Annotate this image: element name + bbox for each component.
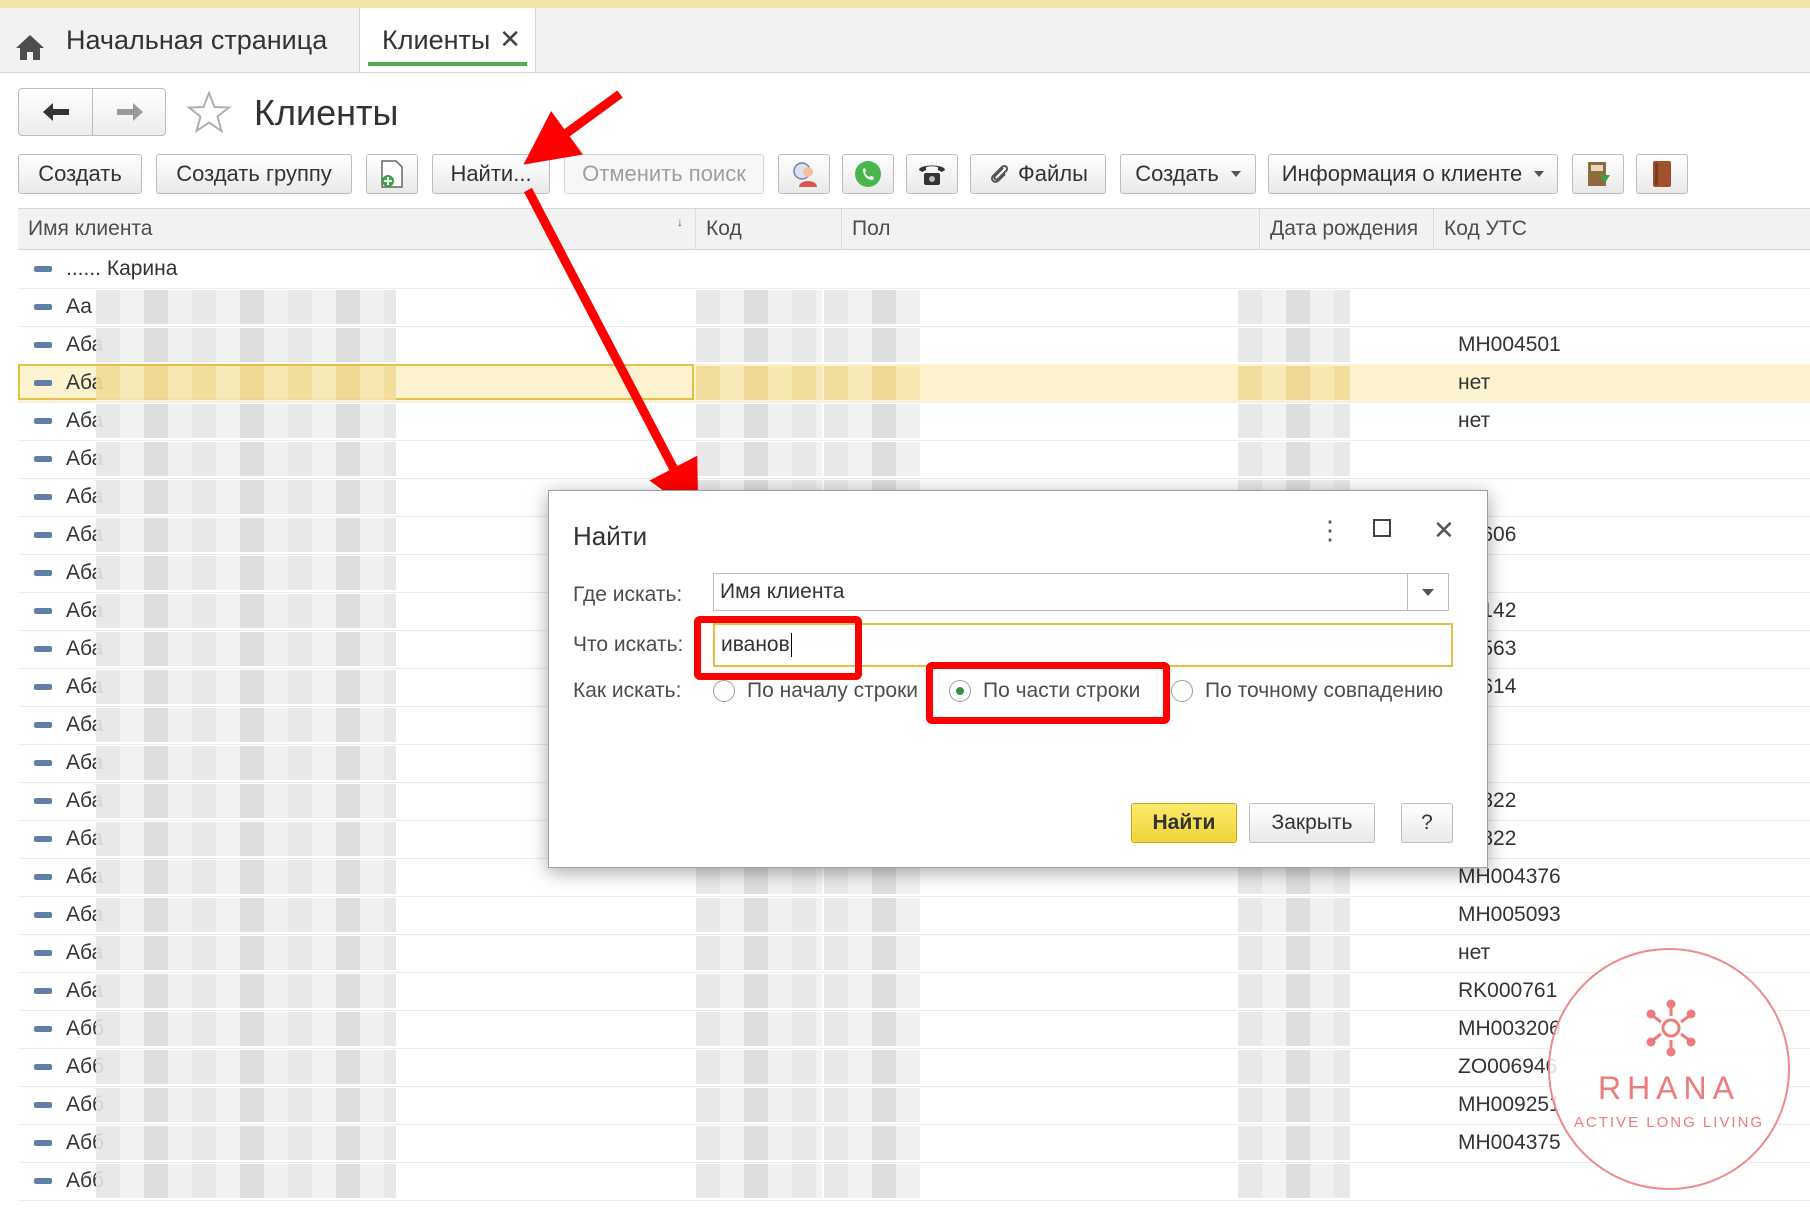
how-label: Как искать: [573,679,682,702]
radio-label: По точному совпадению [1205,679,1444,702]
more-options-icon[interactable]: ⋮ [1317,515,1343,546]
dialog-find-button-label: Найти [1152,811,1216,834]
radio-circle [713,680,735,702]
dropdown-button[interactable] [1407,574,1448,610]
close-icon[interactable]: ✕ [1433,515,1455,546]
rhana-flower-icon [1646,999,1696,1057]
logo-brand-text: RHANA [1597,1070,1740,1106]
dialog-help-button[interactable]: ? [1401,803,1453,843]
annotation-arrow-to-dialog [524,187,699,516]
where-select-value: Имя клиента [720,580,845,603]
chevron-down-icon [1422,589,1434,596]
rhana-logo-watermark: RHANA ACTIVE LONG LIVING [1548,948,1790,1190]
dialog-help-button-label: ? [1421,811,1433,834]
annotation-highlight-radio [926,662,1170,724]
logo-tagline-text: ACTIVE LONG LIVING [1573,1114,1765,1131]
where-select[interactable]: Имя клиента [713,573,1449,611]
where-label: Где искать: [573,583,683,606]
radio-starts-with[interactable]: По началу строки [713,677,918,705]
radio-exact-match[interactable]: По точному совпадению [1171,677,1443,705]
maximize-icon[interactable] [1373,519,1391,537]
annotation-highlight-input [694,616,862,680]
radio-circle [1171,680,1193,702]
dialog-find-button[interactable]: Найти [1131,803,1237,843]
dialog-close-button[interactable]: Закрыть [1249,803,1375,843]
radio-label: По началу строки [747,679,919,702]
what-label: Что искать: [573,633,684,656]
annotation-arrow-to-find [523,90,623,165]
dialog-close-button-label: Закрыть [1271,811,1353,834]
dialog-title: Найти [573,521,648,551]
